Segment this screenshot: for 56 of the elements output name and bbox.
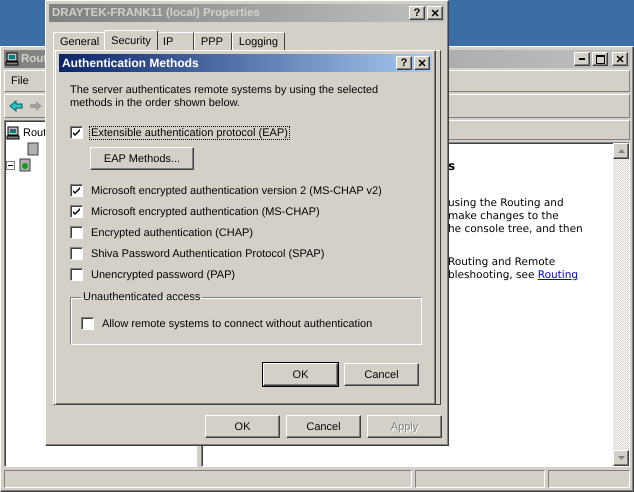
minimize-icon (579, 58, 585, 60)
checkbox[interactable] (70, 247, 83, 260)
collapse-icon[interactable] (6, 160, 15, 170)
eap-methods-button[interactable]: EAP Methods... (90, 147, 194, 170)
dialog-button[interactable]: Cancel (286, 415, 361, 438)
scrollbar[interactable] (613, 143, 629, 466)
checkbox[interactable] (70, 126, 83, 139)
help-button[interactable]: ? (396, 56, 412, 70)
dialog-title: DRAYTEK-FRANK11 (local) Properties (52, 7, 261, 19)
close-button[interactable]: ✕ (612, 52, 628, 66)
up-arrow-icon[interactable] (618, 149, 624, 153)
close-button[interactable]: ✕ (414, 56, 430, 70)
dialog-button[interactable]: OK (263, 363, 338, 386)
maximize-icon (596, 54, 604, 64)
help-text: he console tree, and then (448, 223, 584, 236)
checkmark-icon (72, 207, 81, 216)
help-link[interactable]: Routing (538, 269, 578, 281)
tab[interactable]: Logging (232, 32, 286, 50)
tab[interactable]: General (53, 32, 106, 50)
checkbox-label[interactable]: Encrypted authentication (CHAP) (89, 226, 256, 240)
checkbox[interactable] (70, 184, 83, 197)
down-arrow-icon[interactable] (618, 456, 624, 460)
help-text: using the Routing and (448, 197, 565, 210)
close-button[interactable]: ✕ (427, 6, 443, 20)
help-text: bleshooting, see (448, 269, 534, 281)
checkmark-icon (72, 186, 81, 195)
checkbox[interactable] (70, 226, 83, 239)
help-button[interactable]: ? (409, 6, 425, 20)
checkbox[interactable] (70, 205, 83, 218)
dialog-button[interactable]: Cancel (344, 363, 419, 386)
dialog-title: Authentication Methods (62, 56, 200, 70)
checkbox-label[interactable]: Extensible authentication protocol (EAP) (89, 126, 290, 140)
router-icon (18, 158, 32, 172)
server-icon (26, 142, 40, 156)
maximize-button[interactable] (592, 52, 608, 66)
help-text: Routing and Remote (448, 256, 556, 269)
help-text: make changes to the (448, 210, 560, 223)
group-title: Unauthenticated access (82, 291, 202, 303)
checkmark-icon (72, 128, 81, 137)
minimize-button[interactable] (574, 52, 590, 66)
checkbox[interactable] (70, 268, 83, 281)
tab[interactable]: PPP (194, 32, 232, 50)
description-text: The server authenticates remote systems by using the selected methods in the order shown below. (70, 84, 380, 110)
tab[interactable]: IP (156, 32, 194, 50)
dialog-button[interactable]: OK (205, 415, 280, 438)
checkbox-label[interactable]: Shiva Password Authentication Protocol (SPAP) (89, 246, 326, 260)
checkbox-label[interactable]: Allow remote systems to connect without authentication (100, 316, 374, 330)
checkbox-label[interactable]: Microsoft encrypted authentication version 2 (MS-CHAP v2) (89, 184, 384, 198)
tree-item[interactable]: Rout (23, 127, 46, 139)
menu-item[interactable]: File (11, 75, 29, 87)
back-arrow-icon[interactable] (9, 100, 23, 112)
checkbox[interactable] (81, 317, 94, 330)
checkbox-label[interactable]: Microsoft encrypted authentication (MS-CHAP) (89, 204, 322, 218)
tab[interactable]: Security (104, 30, 158, 50)
computer-icon (5, 52, 19, 66)
checkbox-label[interactable]: Unencrypted password (PAP) (89, 268, 238, 282)
